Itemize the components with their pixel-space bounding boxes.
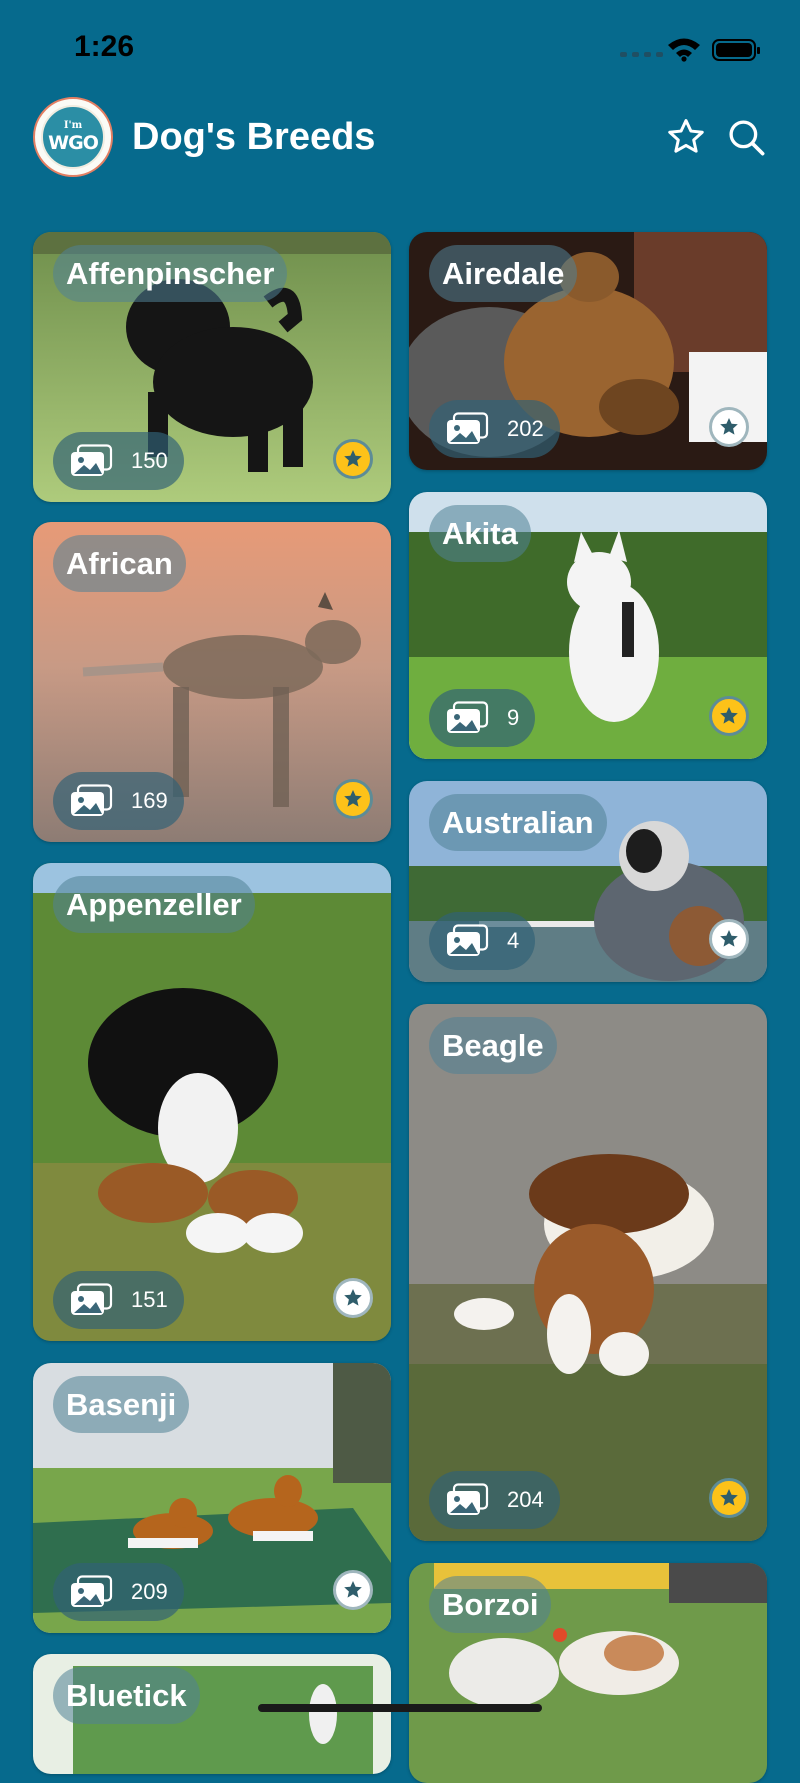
breed-name-label: Basenji [53,1376,190,1433]
breed-card-basenji[interactable]: Basenji 209 [33,1363,391,1633]
home-indicator [258,1704,542,1712]
image-count-badge: 150 [53,432,184,490]
photos-icon [69,1575,113,1609]
star-icon [720,418,738,435]
breed-card-australian[interactable]: Australian 4 [409,781,767,982]
image-count-badge: 204 [429,1471,560,1529]
favorite-toggle[interactable] [709,696,749,736]
breed-name-label: Australian [429,794,607,851]
star-icon [720,707,738,724]
breed-name-label: Airedale [429,245,578,302]
favorite-toggle[interactable] [333,1570,373,1610]
breed-card-appenzeller[interactable]: Appenzeller 151 [33,863,391,1341]
breed-photo [409,1004,767,1541]
star-icon [720,930,738,947]
breed-name-label: Affenpinscher [53,245,288,302]
image-count-badge: 169 [53,772,184,830]
image-count: 204 [507,1487,544,1512]
breed-card-airedale[interactable]: Airedale 202 [409,232,767,470]
favorite-toggle[interactable] [333,439,373,479]
image-count: 151 [131,1287,168,1312]
photos-icon [445,701,489,735]
star-icon [344,790,362,807]
breed-name-label: Akita [429,505,531,562]
favorite-toggle[interactable] [709,919,749,959]
photos-icon [69,1283,113,1317]
star-icon [344,1581,362,1598]
breed-name-label: Appenzeller [53,876,255,933]
favorite-toggle[interactable] [333,1278,373,1318]
image-count: 4 [507,928,520,953]
breed-name-label: Bluetick [53,1667,200,1724]
favorite-toggle[interactable] [709,407,749,447]
image-count: 150 [131,448,168,473]
photos-icon [69,784,113,818]
breed-card-bluetick[interactable]: Bluetick [33,1654,391,1774]
image-count-badge: 209 [53,1563,184,1621]
image-count-badge: 202 [429,400,560,458]
breed-card-african[interactable]: African 169 [33,522,391,842]
breed-card-beagle[interactable]: Beagle 204 [409,1004,767,1541]
breed-card-borzoi[interactable]: Borzoi [409,1563,767,1783]
photos-icon [445,1483,489,1517]
photos-icon [445,412,489,446]
star-icon [344,450,362,467]
image-count: 169 [131,788,168,813]
star-icon [344,1289,362,1306]
breed-card-affenpinscher[interactable]: Affenpinscher 150 [33,232,391,502]
breed-name-label: African [53,535,186,592]
breed-name-label: Borzoi [429,1576,552,1633]
photos-icon [445,924,489,958]
image-count-badge: 9 [429,689,536,747]
photos-icon [69,444,113,478]
image-count: 202 [507,416,544,441]
breed-grid: Affenpinscher 150 African 169 Appenzelle… [0,0,800,1783]
image-count-badge: 4 [429,912,536,970]
favorite-toggle[interactable] [333,779,373,819]
star-icon [720,1489,738,1506]
image-count: 209 [131,1579,168,1604]
image-count: 9 [507,705,520,730]
favorite-toggle[interactable] [709,1478,749,1518]
image-count-badge: 151 [53,1271,184,1329]
breed-card-akita[interactable]: Akita 9 [409,492,767,759]
breed-photo [33,863,391,1341]
breed-name-label: Beagle [429,1017,557,1074]
